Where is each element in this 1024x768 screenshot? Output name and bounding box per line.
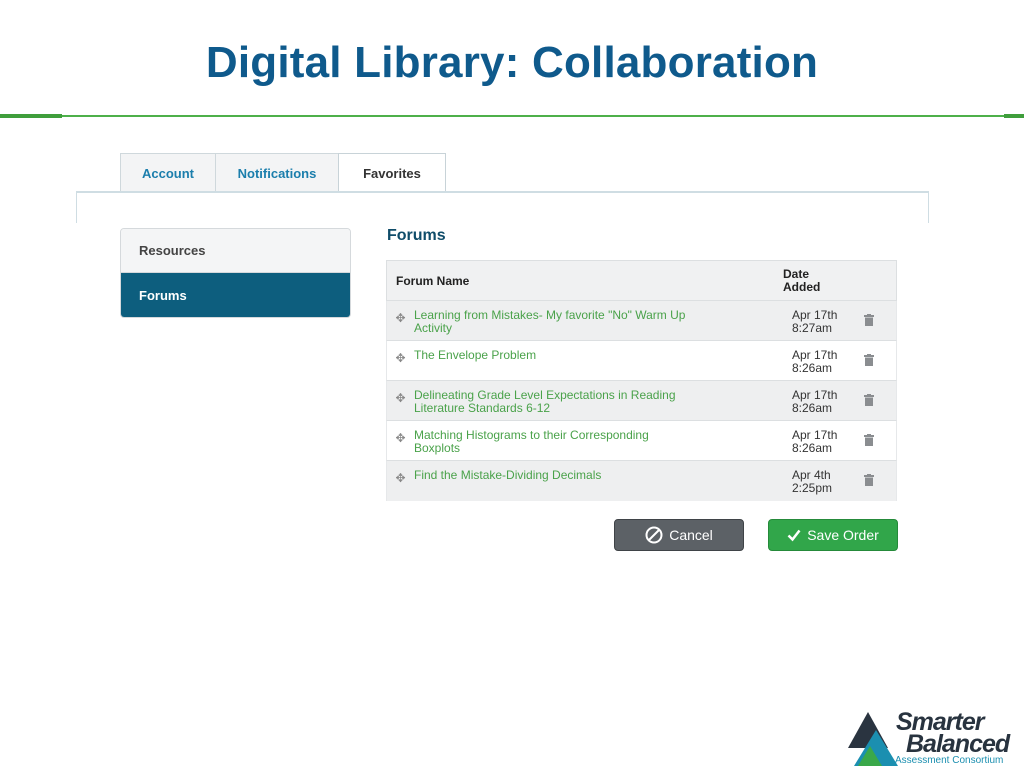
sidebar-item-resources[interactable]: Resources xyxy=(121,229,350,273)
date-added: Apr 17th 8:26am xyxy=(792,381,864,415)
trash-icon[interactable] xyxy=(864,301,888,326)
date-added-time: 8:26am xyxy=(792,361,833,375)
table-row: ✥ Delineating Grade Level Expectations i… xyxy=(386,381,897,421)
forum-link-text: Learning from Mistakes- My favorite "No"… xyxy=(414,308,686,335)
save-order-button[interactable]: Save Order xyxy=(768,519,898,551)
prohibited-icon xyxy=(645,526,663,544)
column-header-forum-name: Forum Name xyxy=(396,273,470,288)
checkmark-icon xyxy=(787,528,801,542)
date-added: Apr 4th 2:25pm xyxy=(792,461,864,495)
logo-triangles-icon xyxy=(848,712,898,766)
trash-icon[interactable] xyxy=(864,341,888,366)
forum-link-text: Find the Mistake-Dividing Decimals xyxy=(414,468,602,482)
tab-favorites[interactable]: Favorites xyxy=(338,153,446,193)
forum-link[interactable]: The Envelope Problem xyxy=(414,341,792,362)
forum-link-text: The Envelope Problem xyxy=(414,348,537,362)
forum-link-text: Delineating Grade Level Expectations in … xyxy=(414,388,676,415)
table-row: ✥ The Envelope Problem Apr 17th 8:26am xyxy=(386,341,897,381)
date-added-time: 8:27am xyxy=(792,321,833,335)
table-row: ✥ Matching Histograms to their Correspon… xyxy=(386,421,897,461)
date-added: Apr 17th 8:26am xyxy=(792,421,864,455)
cancel-label: Cancel xyxy=(669,527,713,543)
date-added-time: 8:26am xyxy=(792,401,833,415)
page-title: Digital Library: Collaboration xyxy=(205,38,819,87)
cancel-button[interactable]: Cancel xyxy=(614,519,744,551)
forum-link[interactable]: Learning from Mistakes- My favorite "No"… xyxy=(414,301,792,335)
forums-table: Forum Name Date Added ✥ Learning from Mi… xyxy=(386,260,897,501)
table-header: Forum Name Date Added xyxy=(386,260,897,301)
sidebar-item-forums[interactable]: Forums xyxy=(121,273,350,317)
drag-handle-icon[interactable]: ✥ xyxy=(387,301,414,325)
title-divider xyxy=(0,114,1024,118)
smarter-balanced-logo: Smarter Balanced Assessment Consortium xyxy=(848,708,1024,768)
date-added-time: 8:26am xyxy=(792,441,833,455)
drag-handle-icon[interactable]: ✥ xyxy=(387,341,414,365)
tab-panel-frame xyxy=(76,191,929,223)
table-row: ✥ Learning from Mistakes- My favorite "N… xyxy=(386,301,897,341)
tab-account[interactable]: Account xyxy=(120,153,216,192)
settings-tabs: Account Notifications Favorites xyxy=(120,153,446,193)
tab-notifications[interactable]: Notifications xyxy=(215,153,339,192)
drag-handle-icon[interactable]: ✥ xyxy=(387,381,414,405)
forums-heading: Forums xyxy=(387,227,446,244)
column-header-date-added: Date Added xyxy=(783,266,853,294)
forum-link[interactable]: Delineating Grade Level Expectations in … xyxy=(414,381,792,415)
save-order-label: Save Order xyxy=(807,527,879,543)
drag-handle-icon[interactable]: ✥ xyxy=(387,421,414,445)
date-header-line2: Added xyxy=(783,279,821,294)
forum-link-text: Matching Histograms to their Correspondi… xyxy=(414,428,649,455)
date-added-time: 2:25pm xyxy=(792,481,833,495)
forum-link[interactable]: Matching Histograms to their Correspondi… xyxy=(414,421,792,455)
drag-handle-icon[interactable]: ✥ xyxy=(387,461,414,485)
date-added: Apr 17th 8:27am xyxy=(792,301,864,335)
favorites-sidebar: Resources Forums xyxy=(120,228,351,318)
date-header-line1: Date xyxy=(783,266,810,281)
trash-icon[interactable] xyxy=(864,461,888,486)
date-added: Apr 17th 8:26am xyxy=(792,341,864,375)
logo-text-consortium: Assessment Consortium xyxy=(895,755,1004,766)
trash-icon[interactable] xyxy=(864,381,888,406)
forum-link[interactable]: Find the Mistake-Dividing Decimals xyxy=(414,461,792,482)
trash-icon[interactable] xyxy=(864,421,888,446)
table-row: ✥ Find the Mistake-Dividing Decimals Apr… xyxy=(386,461,897,501)
